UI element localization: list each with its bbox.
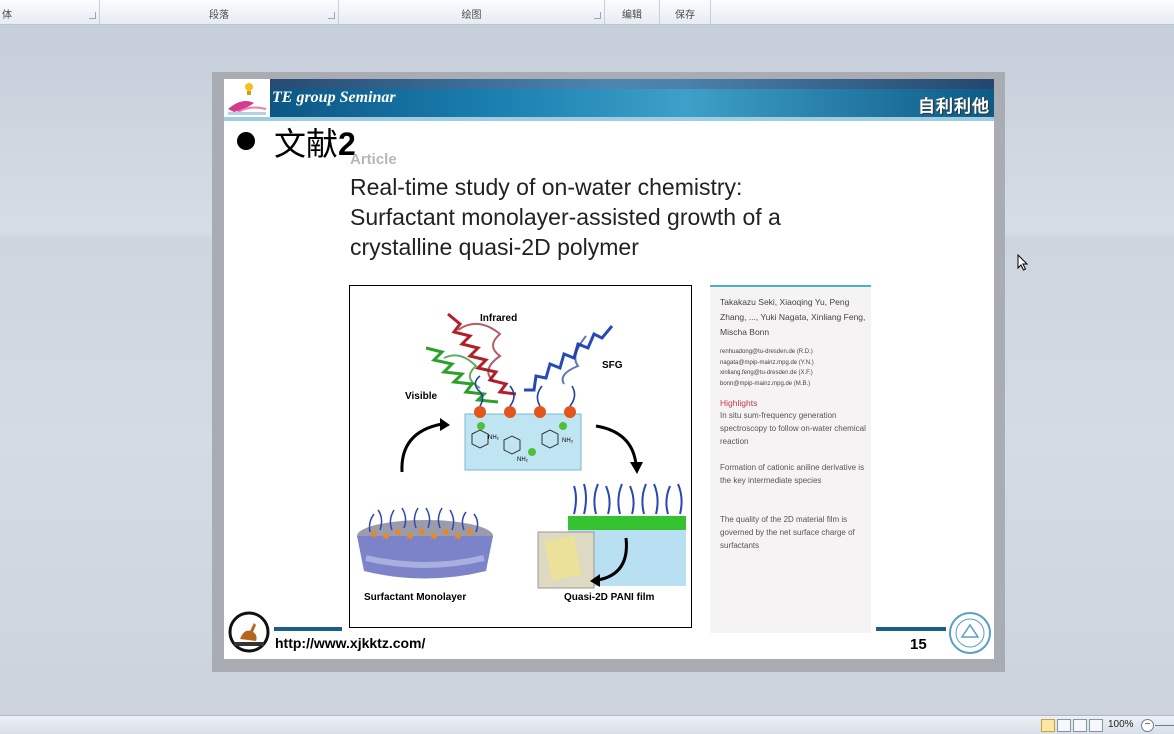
banner-shine bbox=[224, 79, 994, 89]
graphical-abstract-image: Infrared SFG Visible NH₂ NH₂ NH₂ Surfact… bbox=[357, 312, 686, 603]
ribbon-group-save[interactable]: 保存 bbox=[660, 0, 711, 24]
visible-label: Visible bbox=[405, 391, 437, 402]
surfactant-label: Surfactant Monolayer bbox=[364, 592, 466, 603]
zoom-level[interactable]: 100% bbox=[1108, 719, 1134, 730]
ribbon-group-paragraph: 段落 bbox=[100, 0, 339, 24]
arrow-icon bbox=[595, 424, 638, 465]
banner-title: TE group Seminar bbox=[272, 89, 396, 106]
slideshow-button[interactable] bbox=[1089, 719, 1103, 732]
ribbon-group-edit[interactable]: 编辑 bbox=[605, 0, 660, 24]
page-number: 15 bbox=[910, 636, 927, 653]
dialog-launcher-icon[interactable] bbox=[594, 12, 601, 19]
email-line: renhuadong@tu-dresden.de (R.D.) bbox=[720, 349, 813, 355]
surfactant-head bbox=[504, 406, 516, 418]
heading-cn: 文献 bbox=[274, 125, 339, 163]
mouse-cursor-icon bbox=[1017, 254, 1029, 271]
email-line: nagata@mpip-mainz.mpg.de (Y.N.) bbox=[720, 359, 814, 366]
zoom-slider[interactable] bbox=[1155, 725, 1174, 726]
footer-bar-right bbox=[876, 627, 946, 631]
infrared-label: Infrared bbox=[480, 313, 517, 324]
dialog-launcher-icon[interactable] bbox=[89, 12, 96, 19]
article-info-panel: Takakazu Seki, Xiaoqing Yu, Peng Zhang, … bbox=[710, 285, 871, 633]
zoom-out-button[interactable]: − bbox=[1141, 719, 1154, 732]
dialog-launcher-icon[interactable] bbox=[328, 12, 335, 19]
ribbon: 体 段落 绘图 编辑 保存 bbox=[0, 0, 1174, 25]
highlight-item: In situ sum-frequency generation spectro… bbox=[720, 411, 866, 446]
sfg-beam bbox=[524, 325, 614, 392]
authors: Takakazu Seki, Xiaoqing Yu, Peng Zhang, … bbox=[720, 297, 866, 337]
reading-view-button[interactable] bbox=[1073, 719, 1087, 732]
group-logo bbox=[224, 79, 270, 117]
footer-logo-left bbox=[228, 611, 270, 653]
surfactant-head bbox=[534, 406, 546, 418]
banner-motto: 自利利他 bbox=[918, 97, 990, 117]
footer-bar-left bbox=[274, 627, 342, 631]
footer-logo-right bbox=[948, 611, 992, 655]
ribbon-group-drawing-label: 绘图 bbox=[461, 10, 482, 21]
article-label: Article bbox=[350, 151, 397, 168]
ribbon-group-font-label: 体 bbox=[2, 10, 12, 21]
university-seal-icon bbox=[949, 612, 991, 654]
status-bar: 100% − bbox=[0, 715, 1174, 734]
ribbon-group-paragraph-label: 段落 bbox=[209, 10, 229, 21]
ribbon-group-save-label: 保存 bbox=[675, 10, 695, 21]
email-line: xinliang.feng@tu-dresden.de (X.F.) bbox=[720, 370, 813, 376]
nh2-label: NH₂ bbox=[562, 438, 574, 444]
paper-title-line-3: crystalline quasi-2D polymer bbox=[350, 234, 639, 260]
emails: renhuadong@tu-dresden.de (R.D.) nagata@m… bbox=[720, 347, 814, 389]
ribbon-group-drawing: 绘图 bbox=[339, 0, 605, 24]
arrow-icon bbox=[400, 422, 443, 473]
bullet-icon bbox=[237, 132, 255, 150]
ribbon-group-font: 体 bbox=[0, 0, 100, 24]
highlights-title: Highlights bbox=[720, 398, 758, 408]
ribbon-group-edit-label: 编辑 bbox=[622, 10, 642, 21]
group-logo-icon bbox=[228, 83, 267, 115]
nh2-label: NH₂ bbox=[488, 435, 500, 441]
deer-logo-icon bbox=[228, 611, 270, 653]
paper-title-line-1: Real-time study of on-water chemistry: bbox=[350, 174, 743, 200]
footer-url[interactable]: http://www.xjkktz.com/ bbox=[275, 635, 425, 651]
normal-view-button[interactable] bbox=[1041, 719, 1055, 732]
nh2-label: NH₂ bbox=[517, 457, 529, 463]
slide-sorter-button[interactable] bbox=[1057, 719, 1071, 732]
paper-title-line-2: Surfactant monolayer-assisted growth of … bbox=[350, 204, 781, 230]
highlight-item: The quality of the 2D material film is g… bbox=[720, 515, 855, 550]
sfg-label: SFG bbox=[602, 360, 623, 371]
pani-film bbox=[568, 516, 686, 530]
slide[interactable]: TE group Seminar 自利利他 文献2 Article Real-t… bbox=[224, 79, 994, 659]
highlight-item: Formation of cationic aniline derivative… bbox=[720, 463, 865, 485]
surfactant-head bbox=[564, 406, 576, 418]
pani-label: Quasi-2D PANI film bbox=[564, 592, 654, 603]
graphical-abstract: Infrared SFG Visible NH₂ NH₂ NH₂ Surfact… bbox=[349, 285, 692, 628]
email-line: bonn@mpip-mainz.mpg.de (M.B.) bbox=[720, 380, 811, 387]
surfactant-head bbox=[474, 406, 486, 418]
slide-heading: 文献2 bbox=[274, 119, 356, 165]
